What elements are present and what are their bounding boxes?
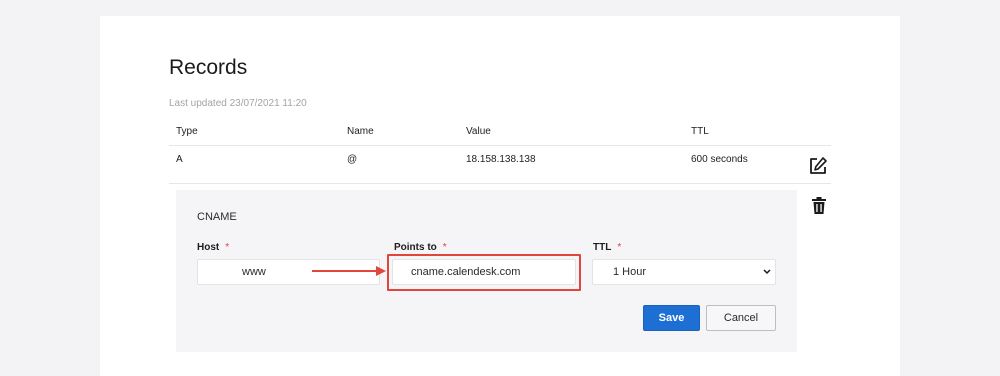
- required-marker: *: [617, 242, 622, 253]
- save-button[interactable]: Save: [643, 305, 700, 331]
- last-updated-text: Last updated 23/07/2021 11:20: [169, 98, 307, 109]
- edit-icon[interactable]: [808, 156, 828, 176]
- row-a-type: A: [176, 154, 183, 165]
- host-label: Host *: [197, 242, 229, 253]
- column-header-name: Name: [347, 126, 374, 137]
- chevron-down-icon: [761, 260, 773, 293]
- ttl-label: TTL *: [593, 242, 621, 253]
- ttl-selected-value: 1 Hour: [613, 266, 647, 278]
- row-a-value: 18.158.138.138: [466, 154, 536, 165]
- required-marker: *: [225, 242, 230, 253]
- points-to-label-text: Points to: [394, 242, 437, 253]
- points-to-label: Points to *: [394, 242, 447, 253]
- ttl-label-text: TTL: [593, 242, 612, 253]
- column-header-ttl: TTL: [691, 126, 709, 137]
- row-a-name: @: [347, 154, 358, 165]
- record-type-heading: CNAME: [197, 211, 237, 223]
- column-header-value: Value: [466, 126, 491, 137]
- header-divider: [169, 145, 831, 146]
- cancel-button[interactable]: Cancel: [706, 305, 776, 331]
- host-label-text: Host: [197, 242, 220, 253]
- trash-icon[interactable]: [809, 196, 829, 216]
- ttl-select[interactable]: 1 Hour: [592, 259, 776, 285]
- row-divider: [169, 183, 831, 184]
- highlight-box: [387, 254, 581, 291]
- column-header-type: Type: [176, 126, 198, 137]
- page-title: Records: [169, 56, 248, 79]
- arrow-right-icon: [312, 263, 388, 284]
- row-a-ttl: 600 seconds: [691, 154, 748, 165]
- required-marker: *: [442, 242, 447, 253]
